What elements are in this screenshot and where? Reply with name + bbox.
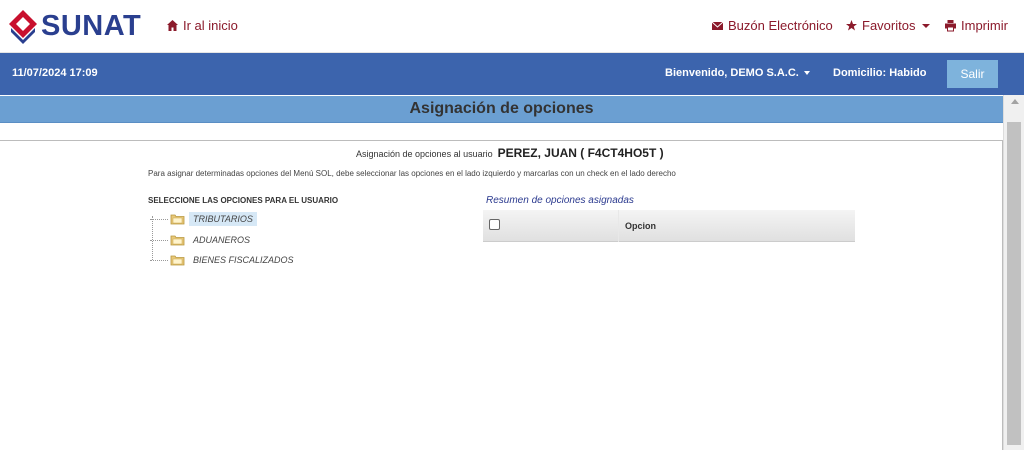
assigned-user: PEREZ, JUAN ( F4CT4HO5T ) xyxy=(497,146,664,160)
tree-item-aduaneros[interactable]: ADUANEROS xyxy=(150,231,254,249)
printer-icon xyxy=(945,20,956,32)
folder-icon xyxy=(170,255,185,266)
summary-heading: Resumen de opciones asignadas xyxy=(486,195,634,206)
page-title-bar: Asignación de opciones xyxy=(0,96,1003,123)
tree-item-label: BIENES FISCALIZADOS xyxy=(193,255,294,265)
page-title: Asignación de opciones xyxy=(409,100,594,117)
favoritos-label: Favoritos xyxy=(862,18,916,33)
assignment-prefix: Asignación de opciones al usuario xyxy=(356,149,493,159)
top-navbar: SUNAT Ir al inicio Buzón Electrónico Fav… xyxy=(0,0,1024,53)
status-bar: 11/07/2024 17:09 Bienvenido, DEMO S.A.C.… xyxy=(0,53,1024,95)
domicilio-status: Domicilio: Habido xyxy=(833,67,927,79)
vertical-scrollbar[interactable] xyxy=(1003,95,1024,450)
tree-item-label: TRIBUTARIOS xyxy=(189,212,257,226)
tree-item-tributarios[interactable]: TRIBUTARIOS xyxy=(150,210,257,228)
instructions-text: Para asignar determinadas opciones del M… xyxy=(148,169,676,178)
tree-item-bienes-fiscalizados[interactable]: BIENES FISCALIZADOS xyxy=(150,251,298,269)
star-icon xyxy=(846,20,857,31)
sunat-logo[interactable]: SUNAT xyxy=(7,8,147,46)
chevron-down-icon xyxy=(922,23,931,28)
logout-button[interactable]: Salir xyxy=(947,60,998,88)
home-icon xyxy=(167,20,178,31)
assignment-header: Asignación de opciones al usuario PEREZ,… xyxy=(356,146,664,160)
envelope-icon xyxy=(711,21,724,30)
scroll-up-arrow-icon[interactable] xyxy=(1011,99,1019,104)
buzon-electronico-label: Buzón Electrónico xyxy=(728,18,833,33)
buzon-electronico-link[interactable]: Buzón Electrónico xyxy=(711,18,833,33)
folder-icon xyxy=(170,235,185,246)
tree-item-label: ADUANEROS xyxy=(193,235,251,245)
column-header-opcion: Opcion xyxy=(625,221,656,231)
select-all-checkbox[interactable] xyxy=(489,219,500,230)
favoritos-dropdown[interactable]: Favoritos xyxy=(845,18,931,33)
home-link-label: Ir al inicio xyxy=(183,18,238,33)
tree-heading: SELECCIONE LAS OPCIONES PARA EL USUARIO xyxy=(148,196,339,205)
chevron-down-icon xyxy=(803,71,810,75)
summary-table-header: Opcion xyxy=(483,210,855,242)
scrollbar-thumb[interactable] xyxy=(1007,122,1021,445)
welcome-text: Bienvenido, DEMO S.A.C. xyxy=(665,67,799,79)
brand-name: SUNAT xyxy=(41,10,142,42)
sunat-logo-icon xyxy=(9,10,37,44)
home-link[interactable]: Ir al inicio xyxy=(166,18,238,33)
session-datetime: 11/07/2024 17:09 xyxy=(12,67,98,79)
user-menu-dropdown[interactable]: Bienvenido, DEMO S.A.C. xyxy=(665,67,810,79)
imprimir-label: Imprimir xyxy=(961,18,1008,33)
content-frame xyxy=(0,140,1003,450)
folder-icon xyxy=(170,214,185,225)
imprimir-link[interactable]: Imprimir xyxy=(944,18,1008,33)
